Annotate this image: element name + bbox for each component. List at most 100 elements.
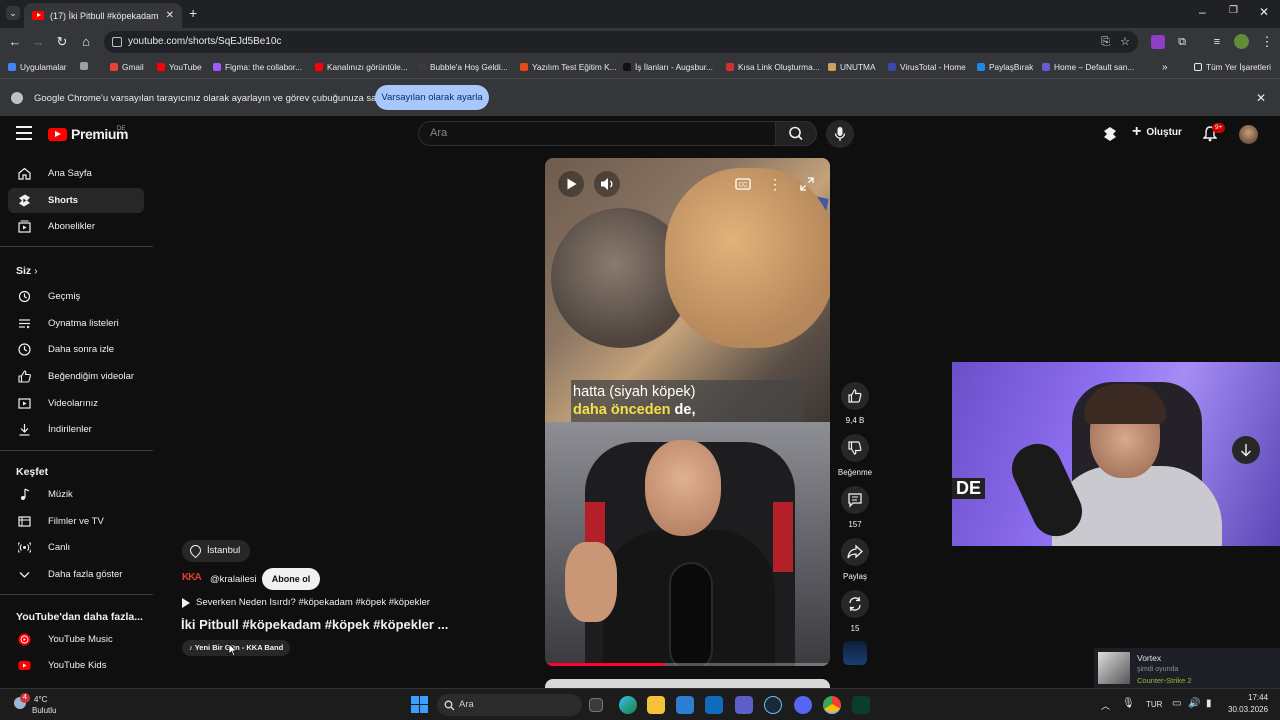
chrome-menu-icon[interactable]: ⋮ xyxy=(1258,33,1276,51)
bookmarks-overflow-icon[interactable]: » xyxy=(1162,62,1168,73)
bookmark-item[interactable]: İş İlanları - Augsbur... xyxy=(623,62,713,72)
sidebar-item-history[interactable]: Geçmiş xyxy=(8,284,144,309)
reload-button[interactable]: ↻ xyxy=(53,33,71,51)
location-chip[interactable]: İstanbul xyxy=(182,540,251,562)
more-options-button[interactable]: ⋮ xyxy=(762,171,788,197)
network-icon[interactable]: ▭ xyxy=(1172,698,1181,709)
bookmark-item[interactable]: YouTube xyxy=(157,62,202,72)
active-tab[interactable]: (17) İki Pitbull #köpekadam #k ✕ xyxy=(24,3,182,28)
next-short-button[interactable] xyxy=(1232,436,1260,464)
dislike-button[interactable] xyxy=(841,434,869,462)
sidebar-item-movies[interactable]: Filmler ve TV xyxy=(8,509,144,534)
bookmark-star-icon[interactable]: ☆ xyxy=(1120,31,1130,53)
minimize-button[interactable]: – xyxy=(1199,5,1206,19)
remix-button[interactable] xyxy=(841,590,869,618)
language-indicator[interactable]: TUR xyxy=(1146,700,1162,709)
bookmark-item[interactable]: Yazılım Test Eğitim K... xyxy=(520,62,617,72)
edge-icon[interactable] xyxy=(619,696,637,714)
hamburger-menu-icon[interactable] xyxy=(16,126,32,140)
search-button[interactable] xyxy=(775,121,817,146)
video-progress-bar[interactable] xyxy=(545,663,830,666)
user-avatar[interactable] xyxy=(1239,125,1258,144)
bookmark-item[interactable]: UNUTMA xyxy=(828,62,876,72)
weather-widget[interactable]: 4 4°C Bulutlu xyxy=(10,693,70,717)
calculator-icon[interactable] xyxy=(676,696,694,714)
new-tab-button[interactable]: + xyxy=(189,5,197,21)
create-button[interactable]: + Oluştur xyxy=(1132,124,1182,140)
file-explorer-icon[interactable] xyxy=(647,696,665,714)
play-button[interactable] xyxy=(558,171,584,197)
extension-icon[interactable] xyxy=(1151,35,1165,49)
sound-thumbnail[interactable] xyxy=(843,641,867,665)
bookmark-item[interactable]: PaylaşBırak xyxy=(977,62,1033,72)
close-icon[interactable]: ✕ xyxy=(1256,91,1266,105)
sidebar-item-youtube-music[interactable]: YouTube Music xyxy=(8,627,144,652)
bookmark-item[interactable]: Home – Default san... xyxy=(1042,62,1134,72)
like-button[interactable] xyxy=(841,382,869,410)
sidebar-item-your-videos[interactable]: Videolarınız xyxy=(8,391,144,416)
related-video-link[interactable]: Severken Neden Isırdı? #köpekadam #köpek… xyxy=(182,597,430,608)
clock-time[interactable]: 17:44 xyxy=(1248,693,1268,702)
tray-overflow-icon[interactable]: ︿ xyxy=(1101,699,1110,712)
voice-search-button[interactable] xyxy=(826,120,854,148)
close-window-button[interactable]: ✕ xyxy=(1259,5,1269,19)
captions-button[interactable]: CC xyxy=(730,171,756,197)
sidebar-item-downloads[interactable]: İndirilenler xyxy=(8,417,144,442)
shorts-video-player[interactable]: hatta (siyah köpek) daha önceden de, CC … xyxy=(545,158,830,666)
sidebar-item-home[interactable]: Ana Sayfa xyxy=(8,161,144,186)
share-button[interactable] xyxy=(841,538,869,566)
volume-tray-icon[interactable]: 🔊 xyxy=(1188,698,1200,709)
sidebar-item-music[interactable]: Müzik xyxy=(8,482,144,507)
battery-icon[interactable]: ▮ xyxy=(1206,698,1212,709)
profile-avatar[interactable] xyxy=(1234,34,1249,49)
windows-start-icon[interactable] xyxy=(411,696,428,713)
comments-button[interactable] xyxy=(841,486,869,514)
back-button[interactable]: ← xyxy=(6,33,24,51)
clock-date[interactable]: 30.03.2026 xyxy=(1228,705,1268,714)
taskbar-search[interactable]: Ara xyxy=(437,694,582,716)
sidebar-item-show-more[interactable]: Daha fazla göster xyxy=(8,562,144,587)
steam-icon[interactable] xyxy=(764,696,782,714)
subscribe-button[interactable]: Abone ol xyxy=(262,568,320,590)
volume-button[interactable] xyxy=(594,171,620,197)
shorts-create-icon[interactable] xyxy=(1102,126,1118,142)
forward-button[interactable]: → xyxy=(29,33,47,51)
address-bar[interactable]: youtube.com/shorts/SqEJd5Be10c ⎘ ☆ xyxy=(104,31,1138,53)
sidebar-you-header[interactable]: Siz › xyxy=(16,265,38,277)
channel-name[interactable]: @kralailesi xyxy=(210,574,257,585)
bookmark-item[interactable]: Gmail xyxy=(110,62,144,72)
home-button[interactable]: ⌂ xyxy=(77,33,95,51)
fullscreen-button[interactable] xyxy=(794,171,820,197)
notifications-button[interactable]: 9+ xyxy=(1202,123,1226,147)
sidebar-item-playlists[interactable]: Oynatma listeleri xyxy=(8,311,144,336)
site-info-icon[interactable] xyxy=(112,37,122,47)
all-bookmarks-folder[interactable]: Tüm Yer İşaretleri xyxy=(1194,62,1271,72)
discord-icon[interactable] xyxy=(794,696,812,714)
chrome-icon[interactable] xyxy=(823,696,841,714)
sidebar-item-subscriptions[interactable]: Abonelikler xyxy=(8,214,144,239)
bookmark-item[interactable]: Kısa Link Oluşturma... xyxy=(726,62,820,72)
steam-friend-notification[interactable]: Vortex şimdi oyunda Counter-Strike 2 xyxy=(1094,648,1280,688)
restore-button[interactable]: ❐ xyxy=(1229,5,1238,16)
set-default-button[interactable]: Varsayılan olarak ayarla xyxy=(375,85,489,110)
outlook-icon[interactable] xyxy=(705,696,723,714)
install-app-icon[interactable]: ⎘ xyxy=(1101,31,1110,53)
bookmark-item[interactable] xyxy=(80,62,88,70)
short-title[interactable]: İki Pitbull #köpekadam #köpek #köpekler … xyxy=(181,617,448,632)
sidebar-item-live[interactable]: Canlı xyxy=(8,535,144,560)
sidebar-item-youtube-kids[interactable]: YouTube Kids xyxy=(8,653,144,678)
bookmark-item[interactable]: Kanalınızı görüntüle... xyxy=(315,62,408,72)
bookmark-item[interactable]: Figma: the collabor... xyxy=(213,62,302,72)
search-input[interactable]: Ara xyxy=(418,121,776,146)
bookmark-item[interactable]: VirusTotal - Home xyxy=(888,62,966,72)
sidebar-item-liked-videos[interactable]: Beğendiğim videolar xyxy=(8,364,144,389)
teams-icon[interactable] xyxy=(735,696,753,714)
tray-mic-icon[interactable]: 🎙 xyxy=(1122,698,1135,709)
extensions-puzzle-icon[interactable]: ⧉ xyxy=(1173,33,1191,51)
tab-close-icon[interactable]: ✕ xyxy=(166,10,174,21)
task-view-icon[interactable] xyxy=(589,698,603,712)
bookmark-item[interactable]: Bubble'a Hoş Geldi... xyxy=(418,62,508,72)
bookmark-item[interactable]: Uygulamalar xyxy=(8,62,67,72)
tab-search-button[interactable]: ⌄ xyxy=(6,6,20,20)
sidebar-item-shorts[interactable]: Shorts xyxy=(8,188,144,213)
